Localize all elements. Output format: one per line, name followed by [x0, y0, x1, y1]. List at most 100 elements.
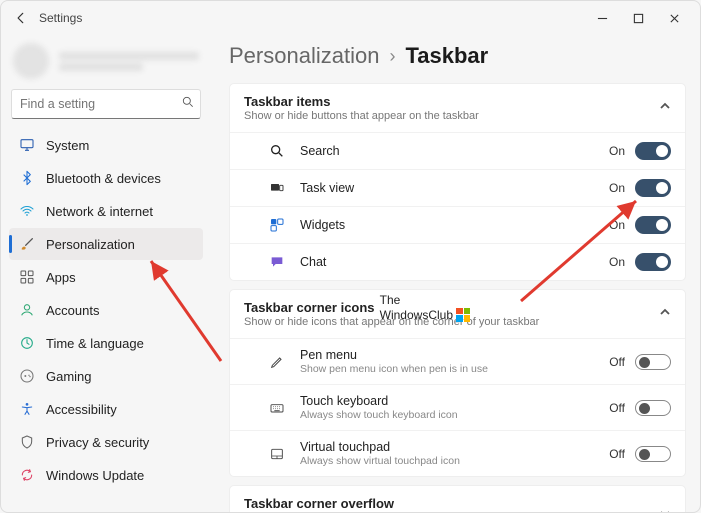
row-widgets: Widgets On [230, 206, 685, 243]
sidebar-item-label: Time & language [46, 336, 144, 351]
back-button[interactable] [9, 6, 33, 30]
toggle-search[interactable] [635, 142, 671, 160]
section-title: Taskbar items [244, 94, 641, 109]
section-corner-icons: Taskbar corner icons Show or hide icons … [229, 289, 686, 477]
maximize-button[interactable] [620, 4, 656, 32]
sidebar-item-label: Accessibility [46, 402, 117, 417]
brush-icon [19, 236, 35, 252]
person-icon [19, 302, 35, 318]
toggle-chat[interactable] [635, 253, 671, 271]
sidebar-item-label: Windows Update [46, 468, 144, 483]
section-title: Taskbar corner overflow [244, 496, 641, 511]
profile-block[interactable] [7, 41, 205, 85]
sidebar-item-network[interactable]: Network & internet [9, 195, 203, 227]
titlebar: Settings [1, 1, 700, 35]
bluetooth-icon [19, 170, 35, 186]
sidebar-item-label: Privacy & security [46, 435, 149, 450]
widgets-icon [268, 216, 286, 234]
toggle-state: On [609, 181, 625, 195]
row-label: Touch keyboard [300, 394, 609, 408]
sidebar-item-apps[interactable]: Apps [9, 261, 203, 293]
keyboard-icon [268, 399, 286, 417]
sidebar-item-label: Gaming [46, 369, 92, 384]
shield-icon [19, 434, 35, 450]
row-label: Virtual touchpad [300, 440, 609, 454]
section-subtitle: Show or hide icons that appear on the co… [244, 316, 641, 328]
section-taskbar-items: Taskbar items Show or hide buttons that … [229, 83, 686, 281]
breadcrumb-current: Taskbar [405, 43, 488, 69]
row-task-view: Task view On [230, 169, 685, 206]
section-header[interactable]: Taskbar items Show or hide buttons that … [230, 84, 685, 132]
clock-icon [19, 335, 35, 351]
row-sublabel: Show pen menu icon when pen is in use [300, 363, 609, 375]
row-sublabel: Always show touch keyboard icon [300, 409, 609, 421]
row-virtual-touchpad: Virtual touchpad Always show virtual tou… [230, 430, 685, 476]
row-label: Task view [300, 181, 609, 195]
toggle-widgets[interactable] [635, 216, 671, 234]
section-header[interactable]: Taskbar corner icons Show or hide icons … [230, 290, 685, 338]
sidebar-item-label: System [46, 138, 89, 153]
sidebar-item-system[interactable]: System [9, 129, 203, 161]
breadcrumb: Personalization › Taskbar [229, 43, 686, 69]
sidebar-item-label: Network & internet [46, 204, 153, 219]
sidebar-item-bluetooth[interactable]: Bluetooth & devices [9, 162, 203, 194]
chevron-down-icon [659, 507, 671, 512]
sidebar: System Bluetooth & devices Network & int… [1, 35, 211, 512]
window-title: Settings [39, 11, 82, 25]
update-icon [19, 467, 35, 483]
sidebar-item-privacy[interactable]: Privacy & security [9, 426, 203, 458]
toggle-state: Off [609, 447, 625, 461]
accessibility-icon [19, 401, 35, 417]
task-view-icon [268, 179, 286, 197]
close-button[interactable] [656, 4, 692, 32]
sidebar-item-gaming[interactable]: Gaming [9, 360, 203, 392]
row-label: Chat [300, 255, 609, 269]
toggle-pen-menu[interactable] [635, 354, 671, 370]
chevron-up-icon [659, 305, 671, 323]
search-box[interactable] [11, 89, 201, 119]
breadcrumb-parent[interactable]: Personalization [229, 43, 379, 69]
minimize-button[interactable] [584, 4, 620, 32]
sidebar-item-personalization[interactable]: Personalization [9, 228, 203, 260]
sidebar-item-time-language[interactable]: Time & language [9, 327, 203, 359]
chevron-up-icon [659, 99, 671, 117]
wifi-icon [19, 203, 35, 219]
sidebar-item-label: Accounts [46, 303, 99, 318]
row-chat: Chat On [230, 243, 685, 280]
search-input[interactable] [20, 97, 181, 111]
chat-icon [268, 253, 286, 271]
sidebar-item-update[interactable]: Windows Update [9, 459, 203, 491]
section-overflow: Taskbar corner overflow Choose which ico… [229, 485, 686, 512]
row-label: Search [300, 144, 609, 158]
sidebar-item-accessibility[interactable]: Accessibility [9, 393, 203, 425]
sidebar-item-accounts[interactable]: Accounts [9, 294, 203, 326]
row-pen-menu: Pen menu Show pen menu icon when pen is … [230, 338, 685, 384]
touchpad-icon [268, 445, 286, 463]
pen-icon [268, 353, 286, 371]
chevron-right-icon: › [389, 46, 395, 67]
row-touch-keyboard: Touch keyboard Always show touch keyboar… [230, 384, 685, 430]
toggle-state: On [609, 144, 625, 158]
toggle-state: Off [609, 401, 625, 415]
section-subtitle: Show or hide buttons that appear on the … [244, 110, 641, 122]
toggle-state: On [609, 218, 625, 232]
row-label: Pen menu [300, 348, 609, 362]
avatar [13, 43, 49, 79]
toggle-virtual-touchpad[interactable] [635, 446, 671, 462]
gaming-icon [19, 368, 35, 384]
row-sublabel: Always show virtual touchpad icon [300, 455, 609, 467]
apps-icon [19, 269, 35, 285]
section-title: Taskbar corner icons [244, 300, 641, 315]
sidebar-item-label: Bluetooth & devices [46, 171, 161, 186]
system-icon [19, 137, 35, 153]
row-label: Widgets [300, 218, 609, 232]
search-icon [268, 142, 286, 160]
toggle-state: Off [609, 355, 625, 369]
search-icon [181, 95, 195, 114]
section-header[interactable]: Taskbar corner overflow Choose which ico… [230, 486, 685, 512]
toggle-task-view[interactable] [635, 179, 671, 197]
nav-list: System Bluetooth & devices Network & int… [7, 129, 205, 491]
row-search: Search On [230, 132, 685, 169]
toggle-touch-keyboard[interactable] [635, 400, 671, 416]
sidebar-item-label: Apps [46, 270, 76, 285]
